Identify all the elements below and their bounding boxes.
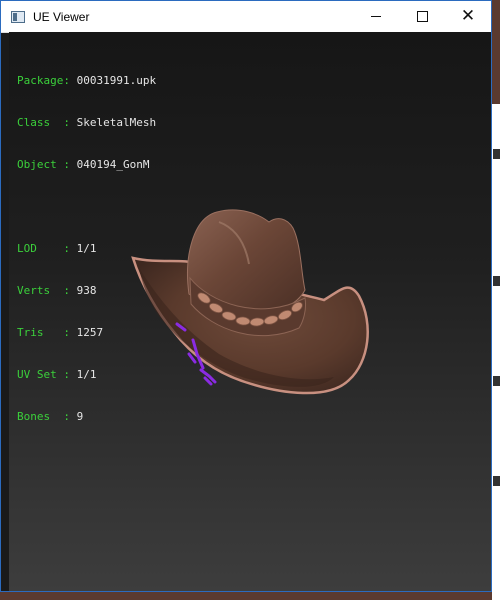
window-title: UE Viewer xyxy=(33,9,90,24)
close-button[interactable]: ✕ xyxy=(445,1,491,32)
hat-mesh-render xyxy=(131,209,369,395)
ue-viewer-window: UE Viewer ✕ Package: 00031991.upk Class … xyxy=(0,0,492,592)
maximize-icon xyxy=(416,11,428,22)
background-fragment xyxy=(493,376,500,386)
desktop-background xyxy=(492,104,500,600)
3d-viewport[interactable]: Package: 00031991.upk Class : SkeletalMe… xyxy=(9,32,491,591)
close-icon: ✕ xyxy=(460,6,476,26)
background-fragment xyxy=(493,476,500,486)
minimize-icon xyxy=(371,16,381,17)
background-fragment xyxy=(493,276,500,286)
app-icon xyxy=(11,10,25,23)
title-bar[interactable]: UE Viewer ✕ xyxy=(1,1,491,33)
window-controls: ✕ xyxy=(353,1,491,32)
maximize-button[interactable] xyxy=(399,1,445,32)
background-fragment xyxy=(493,149,500,159)
minimize-button[interactable] xyxy=(353,1,399,32)
